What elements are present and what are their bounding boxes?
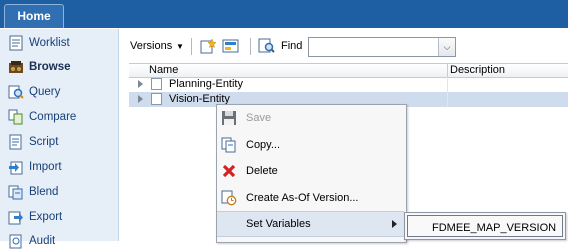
submenu-item-fdmee-map-version[interactable]: FDMEE_MAP_VERSION [407, 215, 563, 237]
submenu-item-label: FDMEE_MAP_VERSION [432, 222, 557, 234]
delete-icon [221, 163, 237, 179]
dimension-icon [151, 78, 162, 90]
compare-icon [8, 109, 24, 125]
menu-item-label: Save [246, 112, 272, 124]
query-icon [8, 84, 24, 100]
menu-item-save[interactable]: Save [217, 105, 404, 131]
menu-item-label: Delete [246, 165, 278, 177]
dimension-icon [151, 93, 162, 105]
copy-icon [221, 137, 237, 153]
nav-item-import[interactable]: Import [8, 156, 62, 178]
column-divider [447, 92, 448, 107]
menu-item-copy[interactable]: Copy... [217, 132, 404, 158]
menu-item-create-as-of-version[interactable]: Create As-Of Version... [217, 185, 404, 211]
column-header-name[interactable]: Name [149, 64, 178, 77]
menu-item-label: Copy... [246, 139, 281, 151]
menu-item-icon-placeholder [221, 216, 237, 232]
menu-item-set-variables[interactable]: Set Variables [217, 211, 404, 237]
nav-item-label: Compare [29, 111, 77, 123]
find-icon[interactable] [258, 38, 276, 54]
nav-item-label: Script [29, 136, 59, 148]
submenu-arrow-icon [392, 220, 397, 228]
nav-item-query[interactable]: Query [8, 81, 60, 103]
column-header-description[interactable]: Description [450, 64, 505, 77]
expand-arrow-icon[interactable] [138, 80, 143, 88]
nav-item-label: Browse [29, 61, 71, 73]
as-of-version-icon [221, 190, 237, 206]
table-row[interactable]: Planning-Entity [129, 77, 568, 92]
chevron-down-icon[interactable]: ⌵ [438, 38, 455, 56]
context-menu: Save Copy... Delete Create As-Of Version… [216, 104, 407, 243]
toolbar-divider [250, 38, 251, 55]
toolbar-divider [191, 38, 192, 55]
nav-item-label: Blend [29, 186, 59, 198]
nav-item-label: Import [29, 161, 62, 173]
menu-item-label: Create As-Of Version... [246, 192, 359, 204]
blend-icon [8, 184, 24, 200]
import-icon [8, 159, 24, 175]
chevron-down-icon[interactable]: ▼ [176, 42, 184, 51]
row-name: Planning-Entity [169, 78, 243, 90]
left-nav: Worklist Browse Query Compare Script Imp… [0, 29, 119, 249]
submenu-set-variables: FDMEE_MAP_VERSION [404, 212, 566, 240]
browse-icon [8, 59, 24, 75]
tab-home[interactable]: Home [4, 4, 64, 28]
menu-item-delete[interactable]: Delete [217, 158, 404, 184]
version-properties-icon[interactable] [222, 38, 240, 54]
nav-item-script[interactable]: Script [8, 131, 58, 153]
menu-item-label: Set Variables [246, 218, 311, 230]
nav-item-compare[interactable]: Compare [8, 106, 76, 128]
nav-item-browse[interactable]: Browse [8, 56, 71, 78]
nav-item-label: Query [29, 86, 61, 98]
audit-icon [8, 233, 24, 249]
nav-item-worklist[interactable]: Worklist [8, 32, 70, 54]
find-label: Find [281, 40, 303, 52]
top-tab-bar: Home [0, 0, 568, 28]
nav-item-audit[interactable]: Audit [8, 230, 55, 252]
versions-menu[interactable]: Versions [130, 40, 172, 52]
nav-item-label: Worklist [29, 37, 70, 49]
expand-arrow-icon[interactable] [138, 95, 143, 103]
nav-item-label: Audit [29, 235, 56, 247]
worklist-icon [8, 35, 24, 51]
find-input[interactable]: ⌵ [308, 37, 456, 57]
script-icon [8, 134, 24, 150]
grid-header: Name Description [129, 63, 568, 78]
save-icon [221, 110, 237, 126]
column-divider[interactable] [447, 64, 448, 77]
export-icon [8, 209, 24, 225]
toolbar: Versions ▼ Find ⌵ [119, 29, 568, 61]
nav-item-label: Export [29, 211, 63, 223]
nav-item-blend[interactable]: Blend [8, 181, 58, 203]
nav-item-export[interactable]: Export [8, 206, 62, 228]
column-divider [447, 77, 448, 92]
new-version-icon[interactable] [199, 38, 217, 54]
